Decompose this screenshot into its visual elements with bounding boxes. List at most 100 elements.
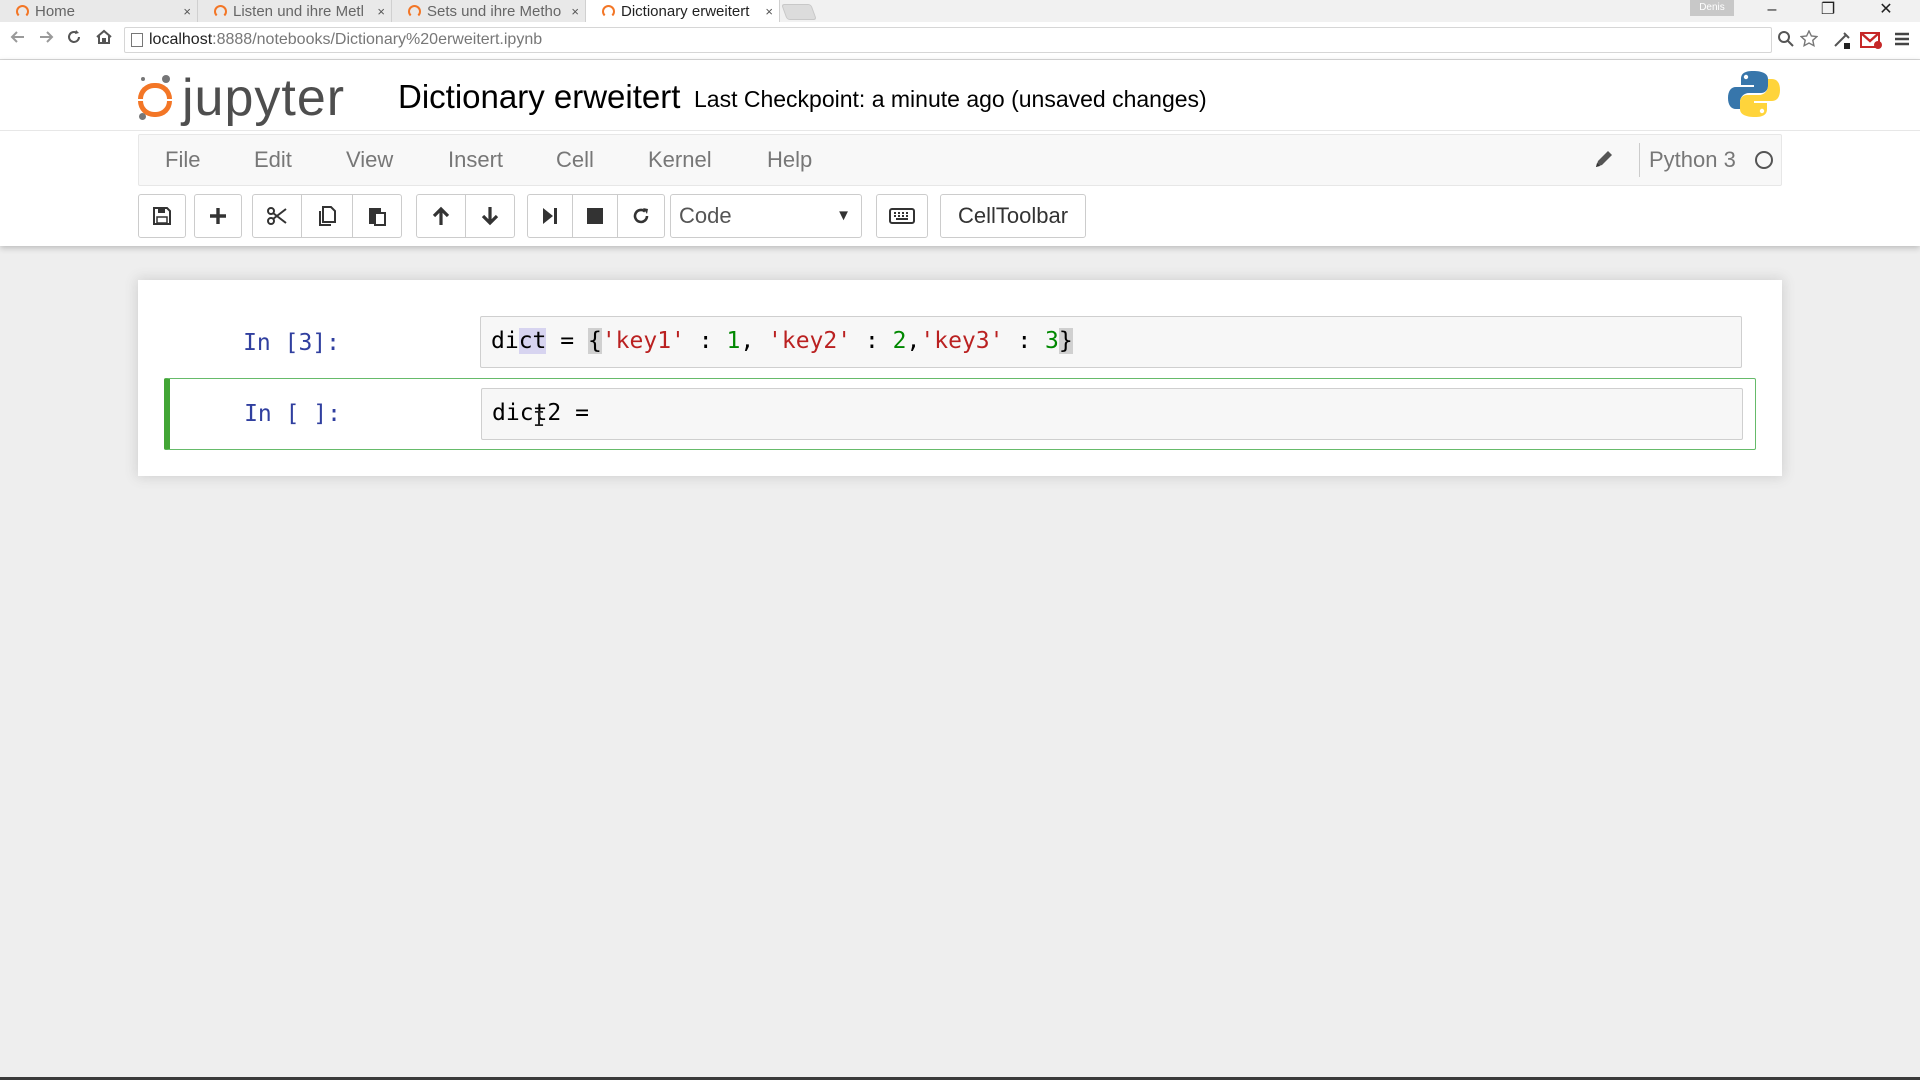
cut-button[interactable] xyxy=(252,194,302,238)
celltoolbar-button[interactable]: CellToolbar xyxy=(940,194,1086,238)
tab-title: Listen und ihre Metl xyxy=(233,2,364,20)
tab-title: Sets und ihre Metho xyxy=(427,2,562,20)
close-icon[interactable]: × xyxy=(571,4,579,19)
jupyter-logo[interactable]: jupyter xyxy=(136,68,345,128)
code-cell-selected[interactable]: In [ ]: dict2 = I xyxy=(164,378,1756,450)
cut-icon xyxy=(266,206,288,226)
jupyter-header: jupyter Dictionary erweitert Last Checkp… xyxy=(0,60,1920,246)
profile-badge[interactable]: Denis xyxy=(1690,0,1734,16)
move-down-button[interactable] xyxy=(465,194,515,238)
checkpoint-status: Last Checkpoint: a minute ago (unsaved c… xyxy=(694,86,1207,112)
restore-icon[interactable]: ❐ xyxy=(1800,0,1856,22)
pencil-icon[interactable] xyxy=(1593,148,1615,176)
menu-kernel[interactable]: Kernel xyxy=(648,135,712,185)
jupyter-favicon-icon xyxy=(602,4,615,18)
logo-text: jupyter xyxy=(182,69,346,127)
star-icon[interactable] xyxy=(1799,29,1819,53)
menu-file[interactable]: File xyxy=(165,135,200,185)
menu-edit[interactable]: Edit xyxy=(254,135,292,185)
kernel-idle-indicator-icon xyxy=(1755,151,1773,169)
code-token: di xyxy=(491,328,519,354)
minimize-icon[interactable]: – xyxy=(1744,0,1800,22)
new-tab-button[interactable] xyxy=(781,4,817,20)
tab-title: Home xyxy=(35,2,76,20)
code-editor[interactable]: dict2 = xyxy=(481,388,1743,440)
cell-type-value: Code xyxy=(679,203,732,228)
kernel-name[interactable]: Python 3 xyxy=(1649,135,1736,185)
cell-type-select[interactable]: Code ▼ xyxy=(670,194,862,238)
run-icon xyxy=(541,206,559,226)
jupyter-favicon-icon xyxy=(16,4,29,18)
notebook-title[interactable]: Dictionary erweitert xyxy=(398,72,680,122)
menu-cell[interactable]: Cell xyxy=(556,135,594,185)
restart-icon xyxy=(631,206,651,226)
browser-tab-bar: Home × Listen und ihre Metl × Sets und i… xyxy=(0,0,1920,22)
gmail-icon[interactable] xyxy=(1860,30,1882,55)
tab-sets[interactable]: Sets und ihre Metho × xyxy=(392,0,586,22)
url-host: localhost xyxy=(149,31,213,48)
jupyter-favicon-icon xyxy=(408,4,421,18)
code-token: : xyxy=(851,328,893,354)
restart-button[interactable] xyxy=(617,194,665,238)
arrow-up-icon xyxy=(431,205,451,227)
insert-cell-button[interactable] xyxy=(194,194,242,238)
code-token-string: 'key1' xyxy=(601,328,685,354)
code-token: : xyxy=(684,328,727,354)
url-input[interactable]: localhost:8888/notebooks/Dictionary%20er… xyxy=(124,27,1772,53)
code-token: : xyxy=(1003,328,1046,354)
copy-icon xyxy=(316,205,338,227)
input-prompt: In [ ]: xyxy=(244,401,341,427)
interrupt-button[interactable] xyxy=(572,194,618,238)
url-path: :8888/notebooks/Dictionary%20erweitert.i… xyxy=(212,31,543,48)
close-icon[interactable]: × xyxy=(765,4,773,19)
window-close-icon[interactable]: ✕ xyxy=(1858,0,1914,22)
forward-arrow-icon[interactable] xyxy=(34,28,58,51)
input-prompt: In [3]: xyxy=(243,330,340,356)
kernel-divider xyxy=(1639,143,1640,177)
back-arrow-icon[interactable] xyxy=(6,28,30,51)
header-divider xyxy=(0,130,1920,131)
menu-view[interactable]: View xyxy=(346,135,393,185)
address-bar: localhost:8888/notebooks/Dictionary%20er… xyxy=(0,22,1920,60)
code-token-string: 'key2' xyxy=(768,328,852,354)
hamburger-menu-icon[interactable] xyxy=(1894,30,1910,53)
page-icon xyxy=(131,33,143,47)
code-token-number: 2 xyxy=(892,328,907,354)
paste-button[interactable] xyxy=(352,194,402,238)
zoom-icon[interactable] xyxy=(1777,30,1795,53)
extension-icon[interactable] xyxy=(1832,30,1852,55)
close-icon[interactable]: × xyxy=(183,4,191,19)
tab-home[interactable]: Home × xyxy=(0,0,198,22)
code-cell[interactable]: In [3]: dict = {'key1' : 1, 'key2' : 2,'… xyxy=(164,316,1756,370)
paste-icon xyxy=(366,205,388,227)
python-logo-icon xyxy=(1728,68,1780,120)
menu-insert[interactable]: Insert xyxy=(448,135,503,185)
home-icon[interactable] xyxy=(92,28,116,51)
command-palette-button[interactable] xyxy=(876,194,928,238)
move-up-button[interactable] xyxy=(416,194,466,238)
text-cursor-icon: I xyxy=(533,407,546,431)
reload-icon[interactable] xyxy=(62,28,86,51)
code-token-brace: { xyxy=(587,328,602,354)
tab-listen[interactable]: Listen und ihre Metl × xyxy=(198,0,392,22)
menu-bar: File Edit View Insert Cell Kernel Help P… xyxy=(138,134,1782,186)
dropdown-arrow-icon: ▼ xyxy=(836,207,851,224)
save-button[interactable] xyxy=(138,194,186,238)
code-token-brace: } xyxy=(1058,328,1073,354)
jupyter-favicon-icon xyxy=(214,4,227,18)
code-token: = xyxy=(546,328,588,354)
code-token-number: 1 xyxy=(726,328,741,354)
code-editor[interactable]: dict = {'key1' : 1, 'key2' : 2,'key3' : … xyxy=(480,316,1742,368)
code-token-highlighted: ct xyxy=(518,328,547,354)
code-token-number: 3 xyxy=(1045,328,1059,354)
save-icon xyxy=(152,206,172,226)
stop-icon xyxy=(586,207,604,225)
tab-dictionary[interactable]: Dictionary erweitert × xyxy=(586,0,780,22)
copy-button[interactable] xyxy=(301,194,353,238)
code-token: , xyxy=(906,328,921,354)
close-icon[interactable]: × xyxy=(377,4,385,19)
jupyter-logo-icon xyxy=(136,73,174,123)
menu-help[interactable]: Help xyxy=(767,135,812,185)
arrow-down-icon xyxy=(480,205,500,227)
run-button[interactable] xyxy=(527,194,573,238)
